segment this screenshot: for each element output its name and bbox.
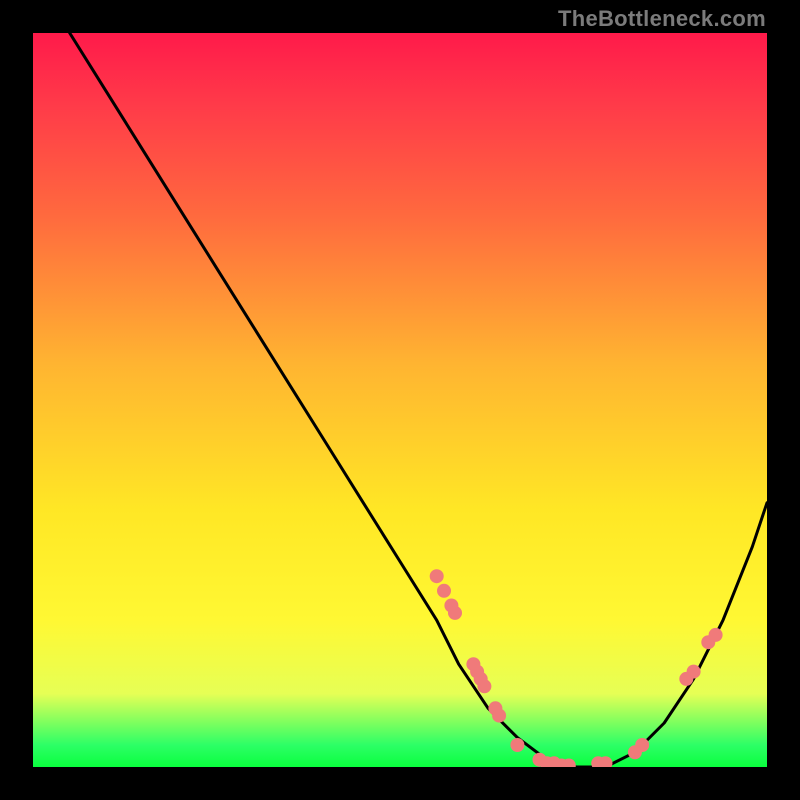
data-point	[448, 606, 462, 620]
curve-layer	[70, 33, 767, 767]
chart-svg	[33, 33, 767, 767]
chart-area	[33, 33, 767, 767]
data-point	[477, 679, 491, 693]
bottleneck-curve-path	[70, 33, 767, 767]
marker-layer	[430, 569, 723, 767]
data-point	[687, 665, 701, 679]
data-point	[635, 738, 649, 752]
data-point	[709, 628, 723, 642]
data-point	[510, 738, 524, 752]
data-point	[437, 584, 451, 598]
watermark-text: TheBottleneck.com	[558, 6, 766, 32]
data-point	[492, 709, 506, 723]
data-point	[430, 569, 444, 583]
